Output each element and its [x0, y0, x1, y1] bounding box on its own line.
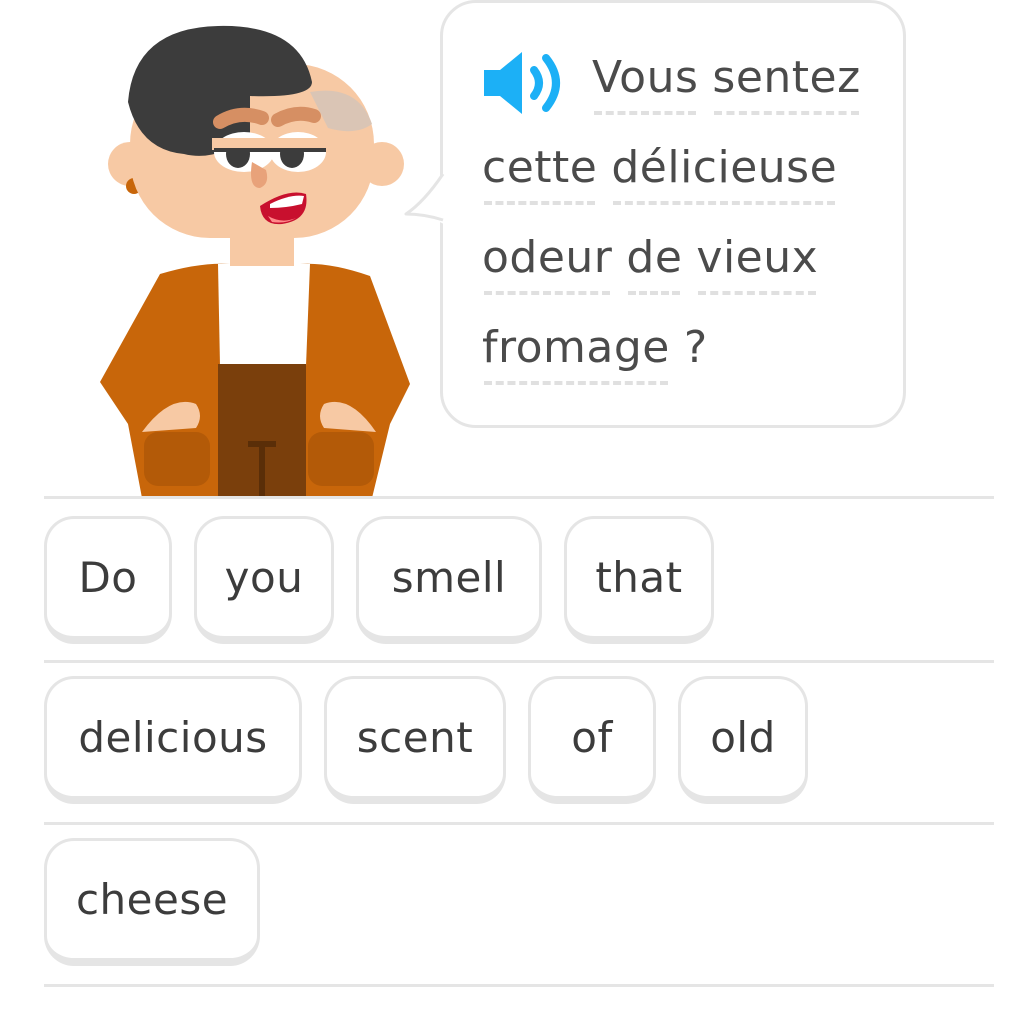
prompt-punctuation: ?	[683, 322, 708, 373]
word-tile-smell[interactable]: smell	[356, 516, 542, 644]
word-tile-do[interactable]: Do	[44, 516, 172, 644]
word-tile-cheese[interactable]: cheese	[44, 838, 260, 966]
word-tile-that[interactable]: that	[564, 516, 714, 644]
answer-line	[44, 496, 994, 499]
prompt-line-4: fromage?	[482, 322, 708, 385]
word-tile-old[interactable]: old	[678, 676, 808, 804]
prompt-line-1: Vous sentez	[592, 52, 861, 115]
answer-line	[44, 822, 994, 825]
character-illustration	[100, 25, 410, 498]
word-tile-delicious[interactable]: delicious	[44, 676, 302, 804]
prompt-word[interactable]: cette	[482, 142, 597, 205]
prompt-word[interactable]: vieux	[696, 232, 818, 295]
prompt-word[interactable]: odeur	[482, 232, 612, 295]
word-tile-you[interactable]: you	[194, 516, 334, 644]
lesson-screen: Vous sentez cette délicieuse odeur de vieux …	[0, 0, 1024, 1024]
prompt-line-2: cette délicieuse	[482, 142, 837, 205]
answer-line	[44, 660, 994, 663]
answer-line	[44, 984, 994, 987]
word-tile-of[interactable]: of	[528, 676, 656, 804]
prompt-word[interactable]: sentez	[712, 52, 860, 115]
prompt-word[interactable]: Vous	[592, 52, 698, 115]
prompt-line-3: odeur de vieux	[482, 232, 818, 295]
speaker-icon[interactable]	[482, 50, 572, 116]
prompt-word[interactable]: de	[626, 232, 682, 295]
prompt-word[interactable]: fromage	[482, 322, 670, 385]
prompt-word[interactable]: délicieuse	[611, 142, 837, 205]
speech-bubble-tail	[404, 172, 445, 224]
word-tile-scent[interactable]: scent	[324, 676, 506, 804]
